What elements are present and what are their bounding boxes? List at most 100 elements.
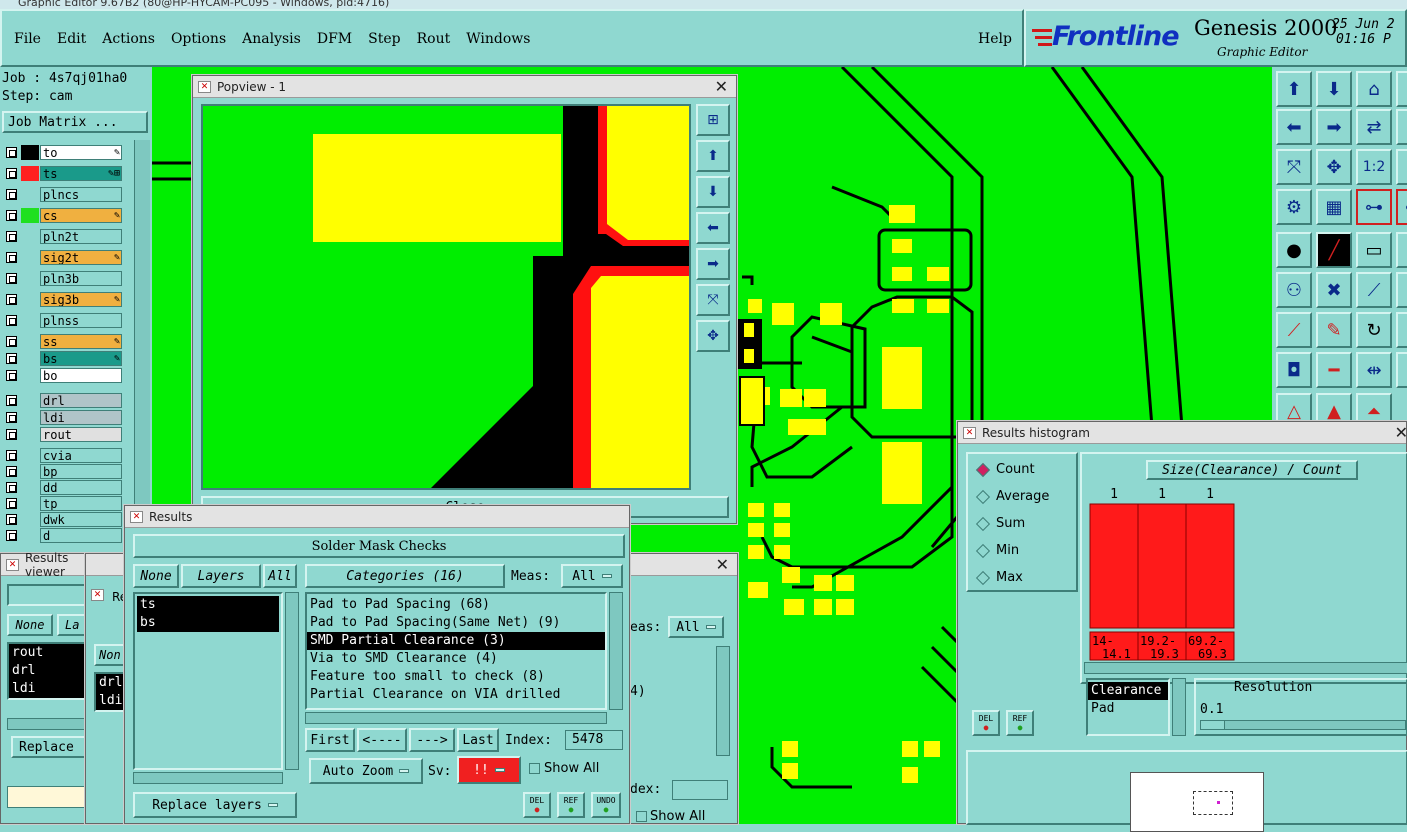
results-viewer-layer-list[interactable]: rout drl ldi: [7, 642, 89, 700]
layer-color-swatch[interactable]: [21, 448, 39, 463]
layer-color-swatch[interactable]: [21, 250, 39, 265]
tool-zoom-fit-icon[interactable]: ⤧: [1276, 149, 1312, 185]
layer-checkbox[interactable]: [6, 189, 17, 200]
menu-rout[interactable]: Rout: [417, 31, 451, 65]
prev-button[interactable]: <----: [357, 728, 407, 752]
popview-pan-icon[interactable]: ✥: [696, 320, 730, 352]
layer-color-swatch[interactable]: [21, 368, 39, 383]
category-item[interactable]: Via to SMD Clearance (4): [307, 650, 605, 668]
layer-color-swatch[interactable]: [21, 166, 39, 181]
close-icon[interactable]: ✕: [1395, 423, 1407, 442]
histogram-bar[interactable]: [1185, 503, 1235, 629]
show-all-checkbox[interactable]: Show All: [529, 761, 599, 776]
del-button[interactable]: DEL ●: [523, 792, 551, 818]
results-viewer2-none-button[interactable]: Non: [94, 644, 128, 666]
job-matrix-button[interactable]: Job Matrix ...: [2, 111, 148, 133]
layer-dwk[interactable]: dwk: [4, 512, 122, 527]
layer-checkbox[interactable]: [6, 450, 17, 461]
close-icon[interactable]: ✕: [715, 77, 728, 96]
layer-sig3b[interactable]: sig3b ✎: [4, 292, 122, 307]
menu-windows[interactable]: Windows: [466, 31, 530, 65]
layer-bp[interactable]: bp: [4, 464, 122, 479]
resolution-slider-thumb[interactable]: [1201, 721, 1225, 729]
categories-list[interactable]: Pad to Pad Spacing (68) Pad to Pad Spacin…: [305, 592, 607, 710]
list-item[interactable]: drl: [9, 662, 87, 680]
tool-up-icon[interactable]: ⬆: [1276, 71, 1312, 107]
layer-color-swatch[interactable]: [21, 427, 39, 442]
first-button[interactable]: First: [305, 728, 355, 752]
tool-left-icon[interactable]: ⬅: [1276, 109, 1312, 145]
layer-checkbox[interactable]: [6, 252, 17, 263]
tool-extra7-icon[interactable]: ◪: [1396, 312, 1407, 348]
tool-measure-icon[interactable]: ⚙: [1276, 189, 1312, 225]
tool-extra5-icon[interactable]: ▥: [1396, 232, 1407, 268]
measure-item[interactable]: Pad: [1088, 700, 1168, 718]
layer-checkbox[interactable]: [6, 530, 17, 541]
tool-connect-icon[interactable]: ⚇: [1276, 272, 1312, 308]
layer-rout[interactable]: rout: [4, 427, 122, 442]
layer-pln3b[interactable]: pln3b: [4, 271, 122, 286]
selected-layers-list[interactable]: ts bs: [133, 592, 283, 770]
menu-step[interactable]: Step: [368, 31, 400, 65]
layer-list-item[interactable]: bs: [137, 614, 279, 632]
menu-edit[interactable]: Edit: [57, 31, 86, 65]
results-viewer-field[interactable]: [7, 786, 89, 808]
results-viewer-titlebar[interactable]: ✕ Results viewer: [1, 551, 87, 579]
histogram-option-min[interactable]: Min: [968, 537, 1076, 564]
layer-color-swatch[interactable]: [21, 208, 39, 223]
tool-resize-icon[interactable]: ⇹: [1356, 352, 1392, 388]
layer-cvia[interactable]: cvia: [4, 448, 122, 463]
index-input[interactable]: 5478: [565, 730, 623, 750]
tool-right-icon[interactable]: ➡: [1316, 109, 1352, 145]
tool-cross-icon[interactable]: ✖: [1316, 272, 1352, 308]
layer-checkbox[interactable]: [6, 336, 17, 347]
layer-color-swatch[interactable]: [21, 464, 39, 479]
layer-color-swatch[interactable]: [21, 229, 39, 244]
popview-left-icon[interactable]: ⬅: [696, 212, 730, 244]
layer-plncs[interactable]: plncs: [4, 187, 122, 202]
measure-vscroll[interactable]: [1172, 678, 1186, 736]
category-item[interactable]: Feature too small to check (8): [307, 668, 605, 686]
last-button[interactable]: Last: [457, 728, 499, 752]
meas-select[interactable]: All: [561, 564, 623, 588]
layer-ts[interactable]: ts ✎⊞: [4, 166, 122, 181]
layer-color-swatch[interactable]: [21, 512, 39, 527]
layer-bs[interactable]: bs ✎: [4, 351, 122, 366]
layer-checkbox[interactable]: [6, 466, 17, 477]
list-item[interactable]: rout: [9, 644, 87, 662]
histogram-bar[interactable]: [1137, 503, 1187, 629]
undo-button[interactable]: UNDO ●: [591, 792, 621, 818]
results-viewer2-meas-select[interactable]: All: [668, 616, 724, 638]
results-viewer-hscroll[interactable]: [7, 718, 89, 730]
histogram-option-max[interactable]: Max: [968, 564, 1076, 591]
layer-bo[interactable]: bo: [4, 368, 122, 383]
layer-checkbox[interactable]: [6, 370, 17, 381]
layer-checkbox[interactable]: [6, 231, 17, 242]
layer-to[interactable]: to ✎: [4, 145, 122, 160]
measure-item[interactable]: Clearance: [1088, 682, 1168, 700]
radio-diamond-icon[interactable]: [975, 489, 991, 504]
radio-diamond-icon[interactable]: [975, 543, 991, 558]
layer-color-swatch[interactable]: [21, 334, 39, 349]
popview-titlebar[interactable]: ✕ Popview - 1 ✕: [193, 76, 736, 98]
layer-color-swatch[interactable]: [21, 292, 39, 307]
tool-ruler-icon[interactable]: ▭: [1356, 232, 1392, 268]
layer-checkbox[interactable]: [6, 395, 17, 406]
menu-analysis[interactable]: Analysis: [242, 31, 301, 65]
categories-vscroll[interactable]: [609, 592, 623, 710]
tool-home-icon[interactable]: ⌂: [1356, 71, 1392, 107]
histogram-option-average[interactable]: Average: [968, 483, 1076, 510]
tool-grid-icon[interactable]: ▦: [1316, 189, 1352, 225]
tool-extra2-icon[interactable]: ▣: [1396, 109, 1407, 145]
layer-color-swatch[interactable]: [21, 528, 39, 543]
layer-color-swatch[interactable]: [21, 145, 39, 160]
categories-hscroll[interactable]: [305, 712, 607, 724]
layer-checkbox[interactable]: [6, 353, 17, 364]
popview-fit-icon[interactable]: ⊞: [696, 104, 730, 136]
tool-line-icon[interactable]: ⟋: [1356, 272, 1392, 308]
layers-vscroll[interactable]: [285, 592, 299, 770]
category-item[interactable]: SMD Partial Clearance (3): [307, 632, 605, 650]
histogram-bar[interactable]: [1089, 503, 1139, 629]
layer-cs[interactable]: cs ✎: [4, 208, 122, 223]
layer-d[interactable]: d: [4, 528, 122, 543]
